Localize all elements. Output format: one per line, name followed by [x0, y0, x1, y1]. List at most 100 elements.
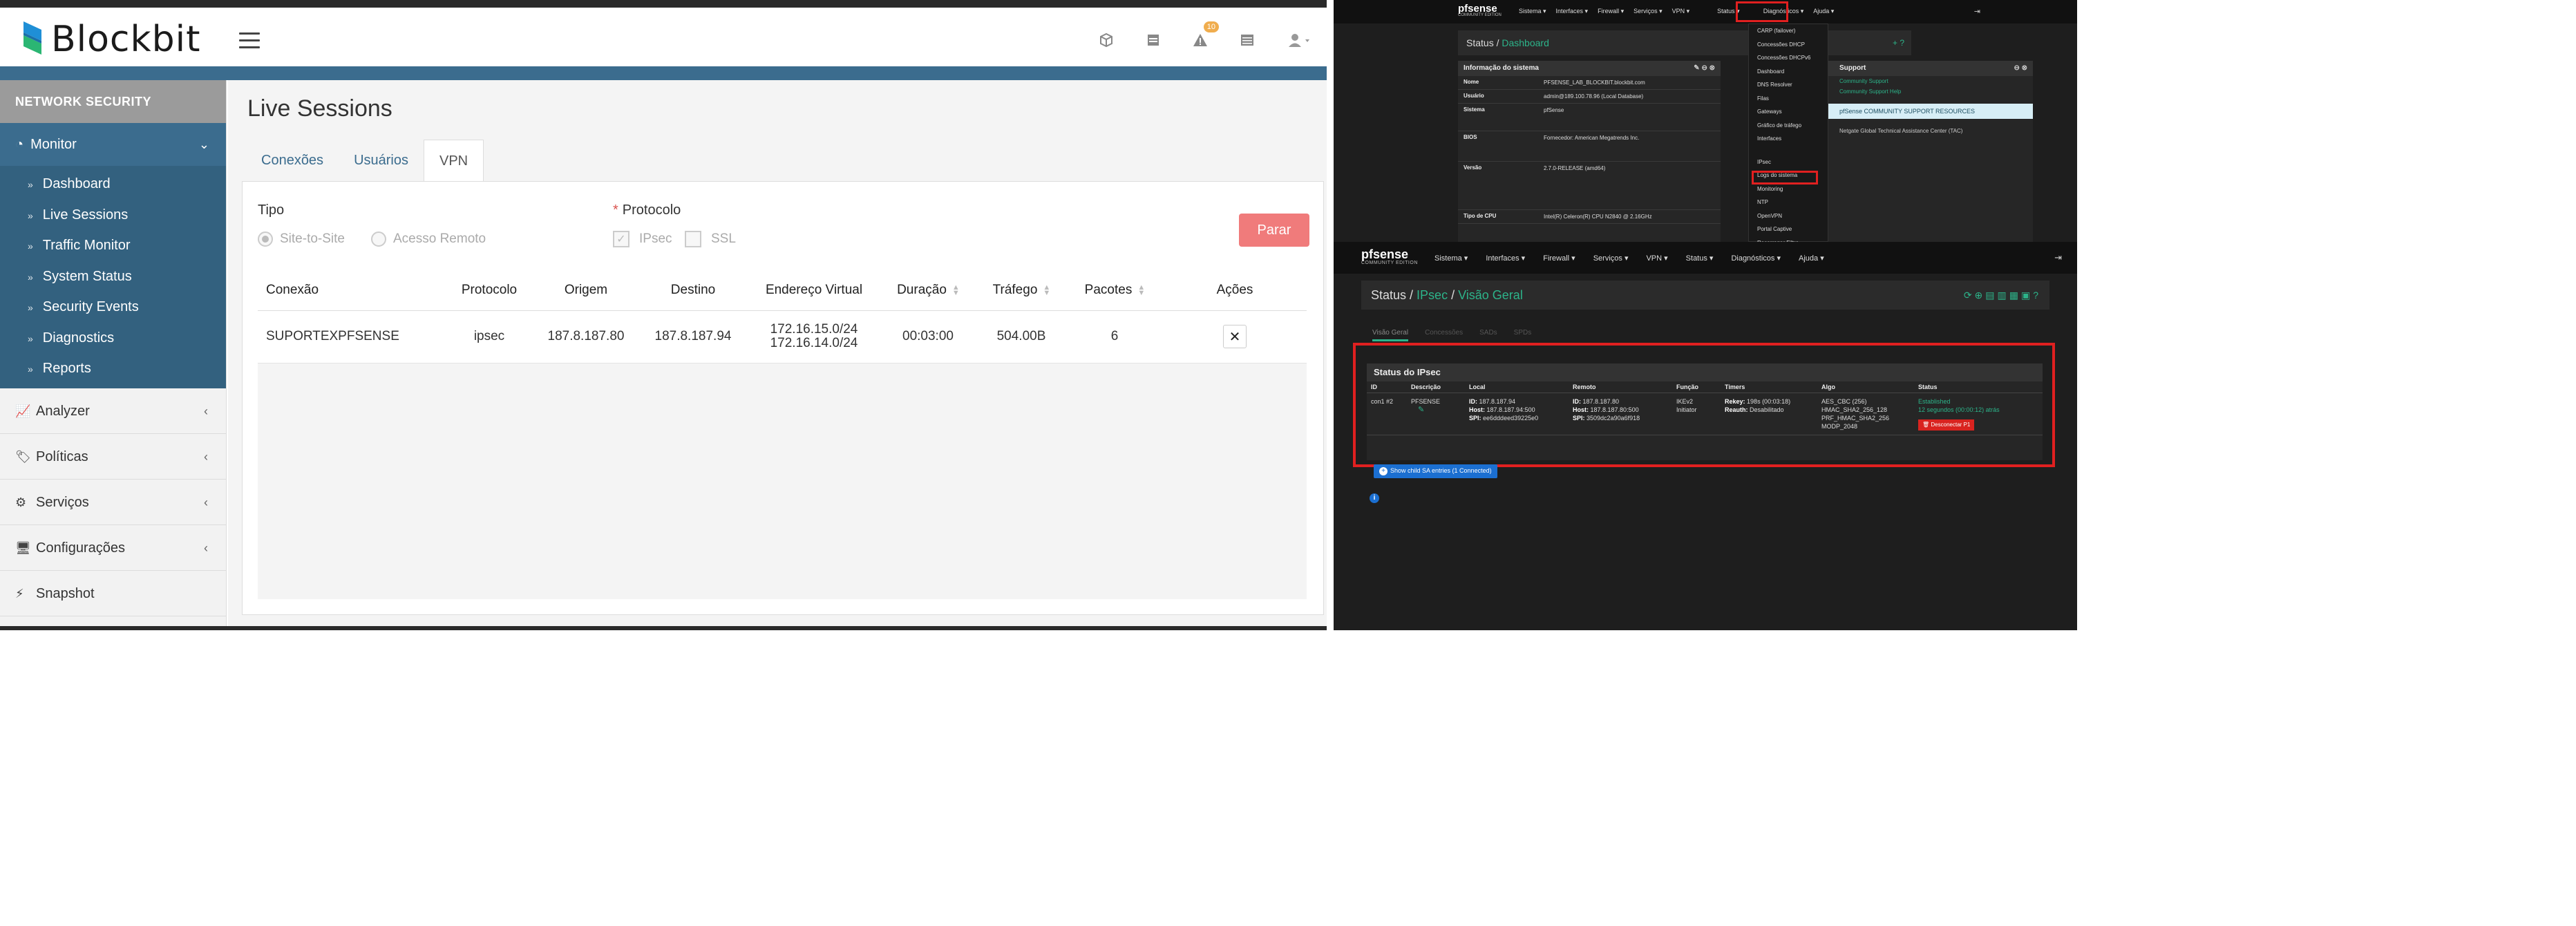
menu-toggle-icon[interactable] — [239, 32, 260, 49]
nav-status[interactable]: Status ▾ — [1686, 254, 1714, 263]
logout-icon[interactable]: ⇥ — [2054, 252, 2062, 263]
brand-logo[interactable]: Blockbit — [21, 19, 200, 60]
breadcrumb-overview[interactable]: Visão Geral — [1458, 288, 1523, 302]
nav-sistema[interactable]: Sistema ▾ — [1519, 8, 1546, 15]
menu-item[interactable]: Gráfico de tráfego — [1749, 119, 1828, 133]
logout-icon[interactable]: ⇥ — [1974, 7, 1980, 16]
menu-item[interactable]: Concessões DHCPv6 — [1749, 51, 1828, 65]
checkbox[interactable] — [685, 231, 701, 247]
radio-site-to-site[interactable]: Site-to-Site — [258, 229, 345, 249]
col-conexao[interactable]: Conexão — [258, 270, 444, 311]
sort-icon[interactable]: ▲ ▼ — [1137, 283, 1145, 296]
sidebar-subitem-traffic-monitor[interactable]: » Traffic Monitor — [0, 230, 226, 261]
menu-item[interactable]: Filas — [1749, 92, 1828, 106]
menu-item[interactable]: CARP (failover) — [1749, 24, 1828, 38]
pfsense-logo[interactable]: pfsense COMMUNITY EDITION — [1458, 3, 1502, 17]
alert-icon[interactable]: 10 — [1191, 21, 1219, 49]
col-pacotes[interactable]: Pacotes ▲ ▼ — [1066, 270, 1163, 311]
support-link[interactable]: Community Support — [1828, 76, 2033, 86]
tab-vpn[interactable]: VPN — [423, 140, 484, 181]
nav-interfaces[interactable]: Interfaces ▾ — [1486, 254, 1525, 263]
breadcrumb-dashboard[interactable]: Dashboard — [1502, 37, 1549, 48]
sidebar-item-politicas[interactable]: 🏷 Políticas ‹ — [0, 433, 226, 480]
col-protocolo[interactable]: Protocolo — [444, 270, 534, 311]
info-value: 2.7.0-RELEASE (amd64) — [1544, 165, 1606, 171]
menu-item[interactable]: Recarregar Filtro — [1749, 236, 1828, 243]
support-link[interactable]: Community Support Help — [1828, 86, 2033, 97]
sidebar-subitem-system-status[interactable]: » System Status — [0, 261, 226, 292]
menu-item-ipsec[interactable]: IPsec — [1749, 155, 1828, 169]
checkbox[interactable]: ✓ — [613, 231, 629, 247]
sidebar-item-configuracoes[interactable]: 🖥 Configurações ‹ — [0, 525, 226, 571]
sidebar-subitem-live-sessions[interactable]: » Live Sessions — [0, 200, 226, 231]
menu-item[interactable]: DNS Resolver — [1749, 78, 1828, 92]
col-trafego[interactable]: Tráfego ▲ ▼ — [976, 270, 1066, 311]
sidebar-item-analyzer[interactable]: 📈 Analyzer ‹ — [0, 388, 226, 434]
cube-icon[interactable] — [1097, 31, 1115, 49]
col-destino[interactable]: Destino — [638, 270, 748, 311]
calendar-icon[interactable] — [1144, 31, 1162, 49]
nav-servicos[interactable]: Serviços ▾ — [1633, 8, 1663, 15]
tab-leases[interactable]: Concessões — [1425, 329, 1463, 341]
menu-item[interactable]: Dashboard — [1749, 65, 1828, 79]
radio-button[interactable] — [371, 232, 386, 247]
nav-firewall[interactable]: Firewall ▾ — [1598, 8, 1624, 15]
nav-diagnosticos[interactable]: Diagnósticos ▾ — [1731, 254, 1781, 263]
sidebar-subitem-diagnostics[interactable]: » Diagnostics — [0, 323, 226, 354]
close-session-icon[interactable]: ✕ — [1223, 325, 1247, 348]
sidebar-subitem-reports[interactable]: » Reports — [0, 353, 226, 384]
radio-button[interactable] — [258, 232, 273, 247]
sidebar-subitem-dashboard[interactable]: » Dashboard — [0, 169, 226, 200]
toolbar-icons[interactable]: ⟳⊕▤▥▦▣? — [1964, 281, 2041, 310]
widget-control-icons[interactable]: ✎ ⊖ ⊗ — [1694, 61, 1715, 76]
sidebar-item-snapshot[interactable]: ⚡ Snapshot — [0, 570, 226, 616]
nav-firewall[interactable]: Firewall ▾ — [1543, 254, 1575, 263]
checkbox-ssl[interactable]: SSL — [685, 229, 736, 249]
edit-pencil-icon[interactable]: ✎ — [1418, 406, 1424, 414]
chevron-left-icon: ‹ — [204, 449, 208, 464]
tab-overview[interactable]: Visão Geral — [1372, 329, 1409, 341]
sidebar-item-servicos[interactable]: ⚙ Serviços ‹ — [0, 479, 226, 525]
add-help-icons[interactable]: + ? — [1893, 30, 1904, 55]
widget-control-icons[interactable]: ⊖ ⊗ — [2014, 61, 2027, 76]
nav-ajuda[interactable]: Ajuda ▾ — [1813, 8, 1834, 15]
list-icon[interactable] — [1238, 31, 1256, 49]
tab-conexoes[interactable]: Conexões — [246, 140, 339, 181]
disconnect-button[interactable]: 🗑 Desconectar P1 — [1918, 419, 1975, 431]
menu-item[interactable]: Concessões DHCP — [1749, 38, 1828, 52]
sort-icon[interactable]: ▲ ▼ — [1043, 283, 1050, 296]
menu-item[interactable]: NTP — [1749, 196, 1828, 209]
nav-vpn[interactable]: VPN ▾ — [1672, 8, 1690, 15]
menu-item[interactable]: Portal Captive — [1749, 223, 1828, 236]
col-endereco-virtual[interactable]: Endereço Virtual — [748, 270, 880, 311]
info-icon[interactable]: i — [1370, 493, 1379, 503]
stop-button[interactable]: Parar — [1239, 214, 1309, 247]
tab-sads[interactable]: SADs — [1479, 329, 1497, 341]
breadcrumb-ipsec[interactable]: IPsec — [1417, 288, 1448, 302]
nav-interfaces[interactable]: Interfaces ▾ — [1556, 8, 1589, 15]
menu-item[interactable]: OpenVPN — [1749, 209, 1828, 223]
nav-vpn[interactable]: VPN ▾ — [1646, 254, 1667, 263]
tab-usuarios[interactable]: Usuários — [339, 140, 424, 181]
tab-spds[interactable]: SPDs — [1514, 329, 1532, 341]
nav-servicos[interactable]: Serviços ▾ — [1593, 254, 1629, 263]
col-origem[interactable]: Origem — [534, 270, 638, 311]
protocolo-label-text: Protocolo — [622, 202, 681, 218]
nav-ajuda[interactable]: Ajuda ▾ — [1799, 254, 1824, 263]
menu-item[interactable]: Interfaces — [1749, 132, 1828, 146]
nav-sistema[interactable]: Sistema ▾ — [1434, 254, 1468, 263]
double-chevron-icon: » — [28, 179, 33, 190]
sidebar-item-monitor[interactable]: ◔ Monitor ⌄ — [0, 123, 226, 166]
sessions-table: Conexão Protocolo Origem Destino Endereç… — [258, 270, 1307, 363]
sidebar-subitem-security-events[interactable]: » Security Events — [0, 292, 226, 323]
info-value: pfSense — [1544, 107, 1564, 113]
menu-item[interactable]: Gateways — [1749, 105, 1828, 119]
user-menu-icon[interactable] — [1285, 31, 1313, 49]
checkbox-label: IPsec — [639, 232, 672, 246]
sort-icon[interactable]: ▲ ▼ — [952, 283, 960, 296]
checkbox-ipsec[interactable]: ✓ IPsec — [613, 229, 672, 249]
radio-acesso-remoto[interactable]: Acesso Remoto — [371, 229, 486, 249]
col-duracao[interactable]: Duração ▲ ▼ — [880, 270, 976, 311]
show-child-sa-button[interactable]: + Show child SA entries (1 Connected) — [1374, 464, 1497, 478]
pfsense-logo[interactable]: pfsense COMMUNITY EDITION — [1361, 247, 1418, 265]
